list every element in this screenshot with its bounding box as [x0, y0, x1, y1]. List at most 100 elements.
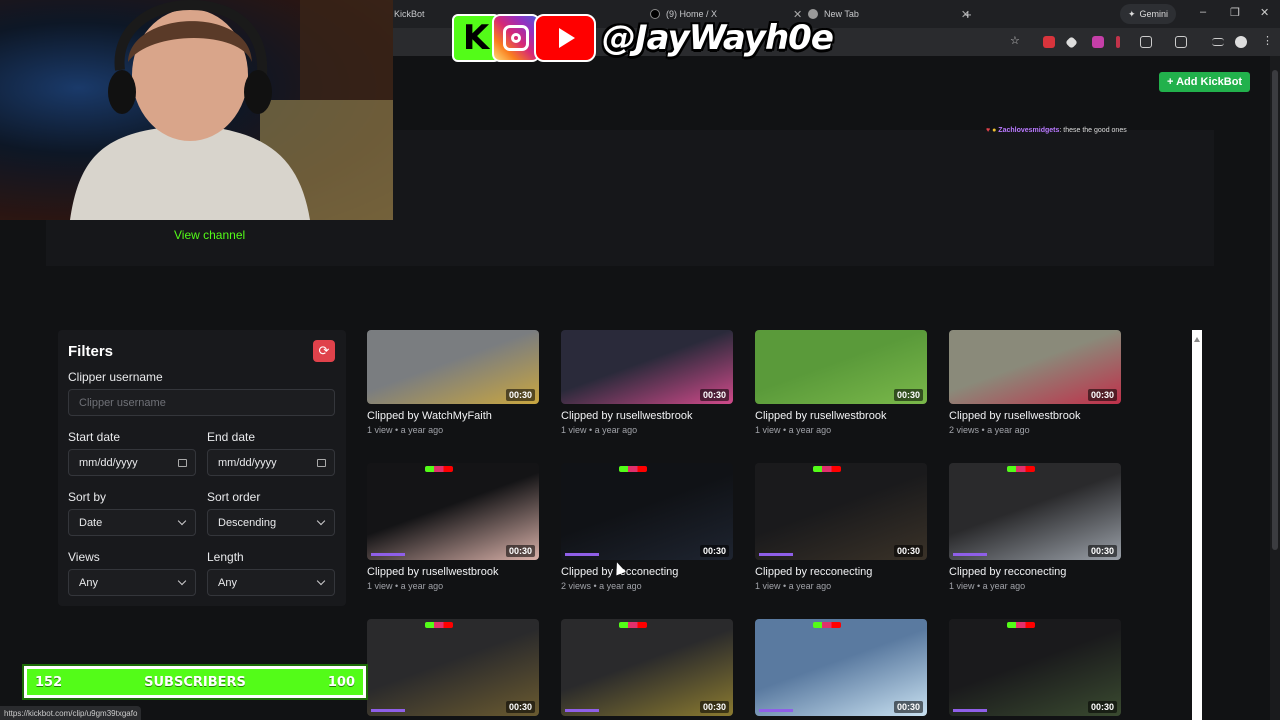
- menu-icon[interactable]: ⋮: [1262, 34, 1274, 47]
- clip-thumbnail[interactable]: 00:30: [949, 330, 1121, 404]
- tab-search-icon[interactable]: [1212, 38, 1224, 46]
- clip-title[interactable]: Clipped by WatchMyFaith: [367, 410, 541, 422]
- clip-thumbnail[interactable]: 00:30: [949, 463, 1121, 560]
- clip-duration: 00:30: [1087, 389, 1117, 401]
- sort-by-label: Sort by: [68, 490, 107, 504]
- clip-thumbnail[interactable]: 00:30: [755, 619, 927, 716]
- filters-title: Filters: [68, 343, 114, 360]
- tab-label: KickBot: [394, 9, 425, 19]
- stream-social-badge: [813, 622, 841, 628]
- clip-card[interactable]: 00:30: [561, 619, 735, 716]
- clip-thumbnail[interactable]: 00:30: [367, 463, 539, 560]
- new-tab-button[interactable]: +: [964, 4, 972, 24]
- clip-card[interactable]: 00:30 Clipped by rusellwestbrook 1 view …: [561, 330, 735, 435]
- instagram-logo-icon: [492, 14, 540, 62]
- clip-card[interactable]: 00:30: [367, 619, 541, 716]
- end-date-label: End date: [207, 430, 256, 444]
- clip-thumbnail[interactable]: 00:30: [755, 463, 927, 560]
- close-window-icon[interactable]: ✕: [1260, 6, 1269, 19]
- page-scrollbar-thumb[interactable]: [1272, 70, 1278, 550]
- sparkle-icon: ✦: [1127, 8, 1136, 19]
- reset-filters-button[interactable]: ⟳: [313, 340, 335, 362]
- length-value: Any: [218, 576, 237, 589]
- chevron-down-icon: [177, 516, 187, 526]
- calendar-icon[interactable]: [178, 458, 187, 467]
- sidepanel-icon[interactable]: [1175, 36, 1187, 48]
- clip-duration: 00:30: [699, 545, 729, 557]
- badge-icon: ♥: [986, 127, 991, 134]
- clip-title[interactable]: Clipped by recconecting: [755, 566, 929, 578]
- clip-title[interactable]: Clipped by recconecting: [949, 566, 1123, 578]
- clip-duration: 00:30: [893, 545, 923, 557]
- views-select[interactable]: Any: [68, 569, 196, 596]
- clip-thumbnail[interactable]: 00:30: [561, 463, 733, 560]
- clip-card[interactable]: 00:30 Clipped by rusellwestbrook 1 view …: [755, 330, 929, 435]
- tab-kickbot[interactable]: KickBot: [394, 4, 425, 24]
- clip-thumbnail[interactable]: 00:30: [561, 619, 733, 716]
- clip-card[interactable]: 00:30 Clipped by recconecting 1 view • a…: [755, 463, 929, 591]
- gemini-label: Gemini: [1139, 9, 1168, 19]
- clip-title[interactable]: Clipped by recconecting: [561, 566, 735, 578]
- scroll-up-arrow-icon[interactable]: [1194, 336, 1200, 342]
- clip-thumbnail[interactable]: 00:30: [367, 619, 539, 716]
- clip-title[interactable]: Clipped by rusellwestbrook: [561, 410, 735, 422]
- stream-social-badge: [425, 622, 453, 628]
- clip-card[interactable]: 00:30: [755, 619, 929, 716]
- bookmark-star-icon[interactable]: ☆: [1010, 34, 1022, 47]
- stream-subbar-thumb: [759, 709, 793, 712]
- start-date-input[interactable]: mm/dd/yyyy: [68, 449, 196, 476]
- clip-duration: 00:30: [505, 701, 535, 713]
- view-channel-link[interactable]: View channel: [174, 228, 245, 242]
- calendar-icon[interactable]: [317, 458, 326, 467]
- clip-title[interactable]: Clipped by rusellwestbrook: [367, 566, 541, 578]
- add-kickbot-button[interactable]: + Add KickBot: [1159, 72, 1251, 92]
- puzzle-icon[interactable]: [1140, 36, 1152, 48]
- adblock-extension-icon[interactable]: [1043, 36, 1055, 48]
- clip-card[interactable]: 00:30 Clipped by recconecting 1 view • a…: [949, 463, 1123, 591]
- chat-username[interactable]: Zachlovesmidgets: [998, 127, 1059, 134]
- clip-thumbnail[interactable]: 00:30: [949, 619, 1121, 716]
- clip-card[interactable]: 00:30 Clipped by rusellwestbrook 2 views…: [949, 330, 1123, 435]
- webcam-overlay: [0, 0, 393, 220]
- gemini-button[interactable]: ✦ Gemini: [1119, 4, 1176, 24]
- clip-card[interactable]: 00:30 Clipped by recconecting 2 views • …: [561, 463, 735, 591]
- clip-duration: 00:30: [699, 389, 729, 401]
- sort-by-select[interactable]: Date: [68, 509, 196, 536]
- profile-avatar[interactable]: [1235, 36, 1247, 48]
- sub-current-count: 152: [35, 674, 63, 690]
- chevron-down-icon: [316, 576, 326, 586]
- clipper-username-input[interactable]: Clipper username: [68, 389, 335, 416]
- sort-order-label: Sort order: [207, 490, 261, 504]
- clip-thumbnail[interactable]: 00:30: [755, 330, 927, 404]
- clip-meta: 1 view • a year ago: [755, 425, 832, 435]
- status-url-bar: https://kickbot.com/clip/u9gm39txgafo: [0, 706, 142, 720]
- subscriber-goal-bar: 152 SUBSCRIBERS 100: [22, 664, 368, 700]
- sort-order-select[interactable]: Descending: [207, 509, 335, 536]
- clips-scrollbar[interactable]: [1192, 330, 1202, 720]
- end-date-input[interactable]: mm/dd/yyyy: [207, 449, 335, 476]
- stream-subbar-thumb: [565, 709, 599, 712]
- clip-thumbnail[interactable]: 00:30: [561, 330, 733, 404]
- clip-card[interactable]: 00:30 Clipped by rusellwestbrook 1 view …: [367, 463, 541, 591]
- clip-title[interactable]: Clipped by rusellwestbrook: [755, 410, 929, 422]
- minimize-icon[interactable]: –: [1200, 6, 1206, 18]
- stream-social-badge: [619, 622, 647, 628]
- maximize-icon[interactable]: ❐: [1230, 6, 1240, 19]
- clip-title[interactable]: Clipped by rusellwestbrook: [949, 410, 1123, 422]
- views-label: Views: [68, 550, 100, 564]
- clip-card[interactable]: 00:30: [949, 619, 1123, 716]
- stream-subbar-thumb: [565, 553, 599, 556]
- clip-meta: 1 view • a year ago: [561, 425, 638, 435]
- extension-icon[interactable]: [1116, 36, 1120, 48]
- stream-subbar-thumb: [953, 709, 987, 712]
- clip-thumbnail[interactable]: 00:30: [367, 330, 539, 404]
- stream-social-badge: [619, 466, 647, 472]
- chevron-down-icon: [177, 576, 187, 586]
- length-select[interactable]: Any: [207, 569, 335, 596]
- end-date-value: mm/dd/yyyy: [218, 456, 277, 469]
- clip-card[interactable]: 00:30 Clipped by WatchMyFaith 1 view • a…: [367, 330, 541, 435]
- chevron-down-icon: [316, 516, 326, 526]
- social-overlay: K @JayWayh0e: [452, 12, 834, 64]
- extension-icon[interactable]: [1092, 36, 1104, 48]
- stream-social-badge: [1007, 466, 1035, 472]
